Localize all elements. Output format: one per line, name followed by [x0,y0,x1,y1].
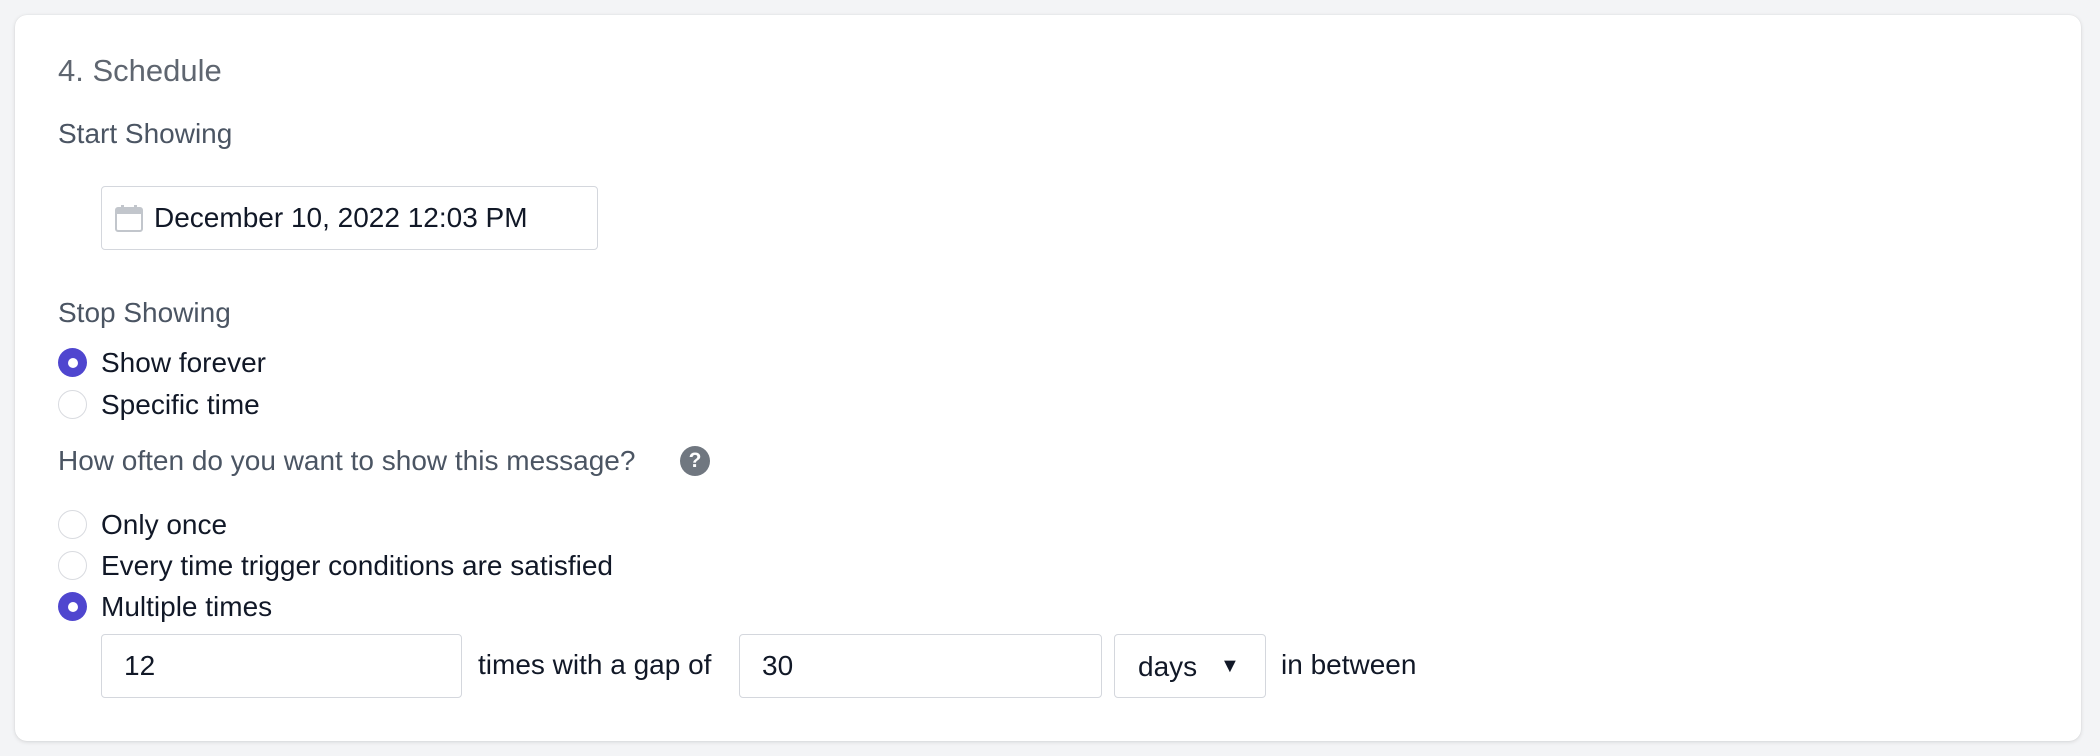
gap-unit-value: days [1138,651,1198,682]
times-count-input[interactable]: 12 [101,634,462,698]
show-forever-radio[interactable] [58,348,87,377]
every-time-radio[interactable] [58,551,87,580]
in-between-text: in between [1281,649,1417,680]
stop-showing-label: Stop Showing [58,297,231,328]
specific-time-radio[interactable] [58,390,87,419]
show-forever-label[interactable]: Show forever [101,347,266,379]
calendar-icon [115,205,143,232]
only-once-radio[interactable] [58,510,87,539]
frequency-question-label: How often do you want to show this messa… [58,445,636,476]
gap-unit-select[interactable]: days ▼ [1114,634,1266,698]
chevron-down-icon: ▼ [1220,655,1240,677]
specific-time-label[interactable]: Specific time [101,389,260,421]
start-date-input[interactable]: December 10, 2022 12:03 PM [101,186,598,250]
every-time-label[interactable]: Every time trigger conditions are satisf… [101,550,613,582]
multiple-times-label[interactable]: Multiple times [101,591,272,623]
gap-value-input[interactable]: 30 [739,634,1102,698]
multiple-times-radio[interactable] [58,592,87,621]
start-showing-label: Start Showing [58,118,233,149]
section-title: 4. Schedule [58,53,222,88]
help-icon[interactable]: ? [680,446,710,476]
start-date-value: December 10, 2022 12:03 PM [154,202,528,233]
only-once-label[interactable]: Only once [101,509,227,541]
schedule-card: 4. Schedule Start Showing December 10, 2… [15,15,2081,741]
times-gap-text: times with a gap of [478,649,712,680]
